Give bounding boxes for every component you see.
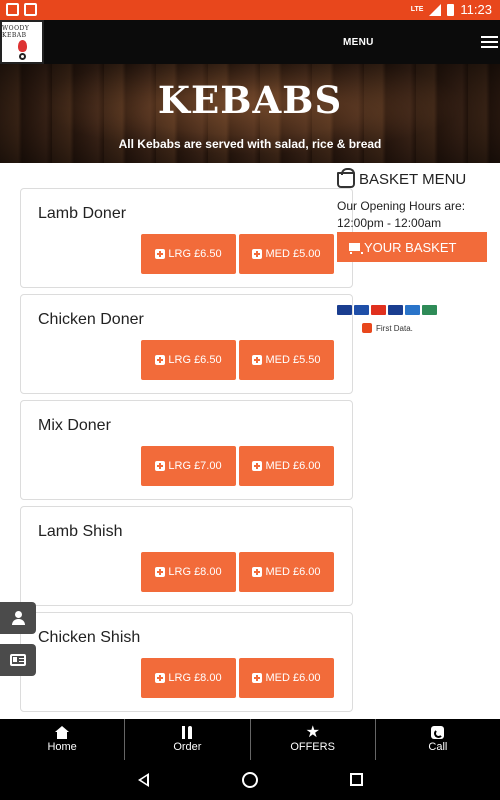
menu-item-card: Chicken Shish LRG £8.00 MED £6.00: [20, 612, 353, 712]
add-large-button[interactable]: LRG £6.50: [141, 234, 236, 274]
nav-home-label: Home: [47, 741, 77, 753]
add-large-button[interactable]: LRG £8.00: [141, 552, 236, 592]
android-icon: [24, 3, 37, 16]
add-large-button[interactable]: LRG £8.00: [141, 658, 236, 698]
logo-text: WOODY KEBAB: [2, 24, 30, 39]
add-medium-label: MED £6.00: [265, 460, 321, 472]
app-screen: LTE 11:23 WOODY KEBAB MENU KEBABS All Ke…: [0, 0, 500, 800]
recents-icon[interactable]: [350, 773, 363, 786]
add-large-button[interactable]: LRG £6.50: [141, 340, 236, 380]
home-icon: [55, 726, 70, 739]
opening-hours-value: 12:00pm - 12:00am: [337, 216, 442, 230]
nav-order-label: Order: [173, 741, 202, 753]
first-data-label: First Data.: [376, 323, 413, 333]
status-bar: LTE 11:23: [0, 0, 500, 20]
plus-square-icon: [155, 673, 166, 683]
plus-square-icon: [155, 355, 166, 365]
system-home-icon[interactable]: [242, 772, 258, 788]
plus-square-icon: [155, 461, 166, 471]
add-medium-button[interactable]: MED £5.00: [239, 234, 334, 274]
your-basket-label: YOUR BASKET: [364, 239, 457, 255]
phone-icon: [431, 726, 445, 739]
menu-item-name: Lamb Doner: [38, 205, 127, 222]
bottom-nav: Home Order ★ OFFERS Call: [0, 719, 500, 760]
menu-item-name: Chicken Shish: [38, 629, 141, 646]
system-navigation-bar: [0, 760, 500, 800]
plus-square-icon: [252, 567, 263, 577]
menu-item-card: Lamb Doner LRG £6.50 MED £5.00: [20, 188, 353, 288]
back-icon[interactable]: [138, 773, 149, 787]
payment-cards: [337, 305, 437, 315]
hamburger-menu-icon[interactable]: [481, 36, 498, 48]
signal-icon: [429, 3, 442, 16]
add-large-button[interactable]: LRG £7.00: [141, 446, 236, 486]
basket-menu-heading: BASKET MENU: [337, 167, 467, 188]
add-medium-button[interactable]: MED £5.50: [239, 340, 334, 380]
basket-icon: [337, 167, 355, 188]
flame-icon: [17, 39, 27, 52]
visa-icon: [388, 305, 403, 315]
your-basket-button[interactable]: YOUR BASKET: [337, 232, 487, 262]
menu-item-card: Lamb Shish LRG £8.00 MED £6.00: [20, 506, 353, 606]
app-header: WOODY KEBAB MENU: [0, 20, 500, 64]
plus-square-icon: [155, 249, 166, 259]
opening-hours-label: Our Opening Hours are:: [337, 199, 466, 213]
contact-card-side-button[interactable]: [0, 644, 36, 676]
nav-order[interactable]: Order: [124, 719, 249, 760]
add-medium-button[interactable]: MED £6.00: [239, 658, 334, 698]
maestro-icon: [405, 305, 420, 315]
battery-icon: [447, 3, 455, 16]
add-large-label: LRG £6.50: [168, 354, 222, 366]
category-hero-banner: KEBABS All Kebabs are served with salad,…: [0, 64, 500, 163]
notification-icon: [6, 3, 19, 16]
account-side-button[interactable]: [0, 602, 36, 634]
visa-icon: [354, 305, 369, 315]
first-data-logo: First Data.: [362, 323, 413, 333]
visa-icon: [337, 305, 352, 315]
basket-title: BASKET MENU: [359, 171, 467, 188]
menu-item-name: Mix Doner: [38, 417, 111, 434]
menu-item-card: Mix Doner LRG £7.00 MED £6.00: [20, 400, 353, 500]
nav-call-label: Call: [428, 741, 448, 753]
plus-square-icon: [252, 673, 263, 683]
add-medium-button[interactable]: MED £6.00: [239, 552, 334, 592]
clock: 11:23: [460, 2, 492, 17]
plus-square-icon: [252, 355, 263, 365]
add-medium-label: MED £5.00: [265, 248, 321, 260]
add-large-label: LRG £8.00: [168, 672, 222, 684]
menu-item-name: Lamb Shish: [38, 523, 123, 540]
add-large-label: LRG £6.50: [168, 248, 222, 260]
plus-square-icon: [252, 461, 263, 471]
add-medium-label: MED £6.00: [265, 566, 321, 578]
plus-square-icon: [252, 249, 263, 259]
star-icon: ★: [305, 724, 320, 741]
add-large-label: LRG £8.00: [168, 566, 222, 578]
cutlery-icon: [180, 726, 194, 739]
add-medium-button[interactable]: MED £6.00: [239, 446, 334, 486]
category-title: KEBABS: [157, 78, 343, 122]
add-large-label: LRG £7.00: [168, 460, 222, 472]
nav-offers[interactable]: ★ OFFERS: [249, 719, 375, 760]
brand-logo[interactable]: WOODY KEBAB: [0, 20, 44, 64]
add-medium-label: MED £5.50: [265, 354, 321, 366]
add-medium-label: MED £6.00: [265, 672, 321, 684]
cart-icon: [349, 243, 363, 254]
nav-call[interactable]: Call: [374, 719, 500, 760]
menu-item-card: Chicken Doner LRG £6.50 MED £5.50: [20, 294, 353, 394]
nav-home[interactable]: Home: [0, 719, 124, 760]
category-subtitle: All Kebabs are served with salad, rice &…: [118, 137, 382, 151]
plus-square-icon: [155, 567, 166, 577]
mastercard-icon: [371, 305, 386, 315]
logo-emblem-icon: [18, 52, 26, 60]
menu-item-name: Chicken Doner: [38, 311, 144, 328]
id-card-icon: [10, 654, 26, 666]
first-data-icon: [362, 323, 372, 333]
network-type: LTE: [410, 6, 424, 13]
menu-link[interactable]: MENU: [343, 37, 374, 48]
jcb-icon: [422, 305, 437, 315]
user-icon: [12, 611, 25, 625]
nav-offers-label: OFFERS: [290, 741, 335, 753]
